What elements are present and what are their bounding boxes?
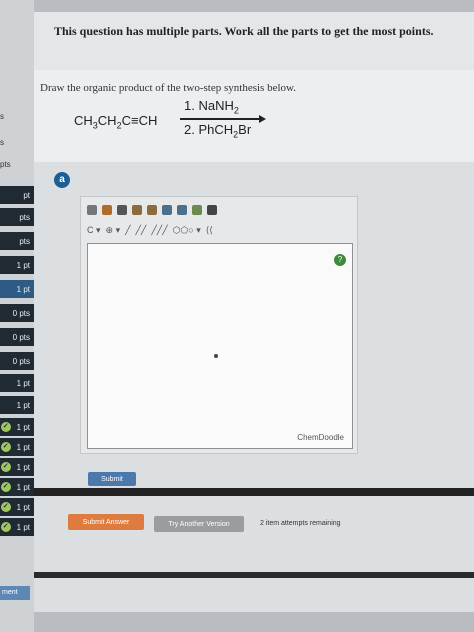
page-title: This question has multiple parts. Work a… <box>54 24 434 38</box>
score-item[interactable]: 1 pt <box>0 396 34 414</box>
score-item[interactable]: pts <box>0 208 34 226</box>
side-label: pts <box>0 160 11 169</box>
editor-toolbar-bottom: C ▾ ⊕ ▾ ╱ ╱╱ ╱╱╱ ⬡⬠○ ▾ ⟨⟨ <box>87 223 213 237</box>
score-item[interactable]: 0 pts <box>0 304 34 322</box>
reactant-formula: CH3CH2C≡CH <box>74 113 158 131</box>
score-item[interactable]: pt <box>0 186 34 204</box>
clear-icon[interactable] <box>87 205 97 215</box>
score-item[interactable]: 0 pts <box>0 328 34 346</box>
side-label: s <box>0 138 4 147</box>
help-icon[interactable]: ? <box>334 254 346 266</box>
eraser-icon[interactable] <box>102 205 112 215</box>
ring-icon[interactable]: ⬡⬠○ ▾ <box>173 225 201 236</box>
score-item[interactable]: 1 pt <box>0 280 34 298</box>
try-another-version-button[interactable]: Try Another Version <box>154 516 244 532</box>
score-item[interactable]: ✓ 1 pt <box>0 438 34 456</box>
redo-icon[interactable] <box>147 205 157 215</box>
divider-bar-bottom <box>34 572 474 578</box>
check-icon: ✓ <box>0 482 11 492</box>
reaction-arrow <box>180 115 266 123</box>
single-bond-icon[interactable]: ╱ <box>125 225 130 236</box>
divider-bar <box>34 488 474 496</box>
zoom-out-icon[interactable] <box>177 205 187 215</box>
submit-answer-button[interactable]: Submit Answer <box>68 514 144 530</box>
drawing-canvas[interactable]: ? ChemDoodle <box>87 243 353 449</box>
attempts-remaining: 2 item attempts remaining <box>260 520 341 527</box>
score-item[interactable]: ✓ 1 pt <box>0 418 34 436</box>
part-badge: a <box>54 172 70 188</box>
score-item[interactable]: 1 pt <box>0 374 34 392</box>
chain-icon[interactable]: ⟨⟨ <box>206 225 213 236</box>
reagent-step2: 2. PhCH2Br <box>184 122 252 140</box>
score-item[interactable]: ✓ 1 pt <box>0 458 34 476</box>
editor-brand: ChemDoodle <box>297 433 344 442</box>
side-label: s <box>0 112 4 121</box>
score-item[interactable]: ✓ 1 pt <box>0 498 34 516</box>
submit-button[interactable]: Submit <box>88 472 136 486</box>
action-row: Submit Answer Try Another Version 2 item… <box>34 504 474 554</box>
chemdoodle-editor: C ▾ ⊕ ▾ ╱ ╱╱ ╱╱╱ ⬡⬠○ ▾ ⟨⟨ ? ChemDoodle <box>80 196 358 454</box>
score-item[interactable]: 0 pts <box>0 352 34 370</box>
canvas-cursor-dot <box>214 354 218 358</box>
score-item[interactable]: ✓ 1 pt <box>0 478 34 496</box>
header-panel: This question has multiple parts. Work a… <box>34 12 474 70</box>
score-item[interactable]: ✓ 1 pt <box>0 518 34 536</box>
check-icon: ✓ <box>0 502 11 512</box>
check-icon: ✓ <box>0 522 11 532</box>
zoom-in-icon[interactable] <box>162 205 172 215</box>
score-item[interactable]: 1 pt <box>0 256 34 274</box>
undo-icon[interactable] <box>132 205 142 215</box>
lasso-icon[interactable] <box>117 205 127 215</box>
score-item[interactable]: pts <box>0 232 34 250</box>
question-prompt: Draw the organic product of the two-step… <box>40 82 296 94</box>
check-icon: ✓ <box>0 462 11 472</box>
question-panel: Draw the organic product of the two-step… <box>34 70 474 162</box>
atom-c-icon[interactable]: C ▾ <box>87 225 101 236</box>
double-bond-icon[interactable]: ╱╱ <box>136 225 147 236</box>
editor-toolbar-top <box>87 203 217 217</box>
charge-icon[interactable]: ⊕ ▾ <box>106 225 121 236</box>
template-icon[interactable] <box>192 205 202 215</box>
check-icon: ✓ <box>0 442 11 452</box>
reagent-step1: 1. NaNH2 <box>184 98 239 116</box>
sidebar-bottom-link[interactable]: ment <box>0 586 30 600</box>
triple-bond-icon[interactable]: ╱╱╱ <box>151 225 167 236</box>
check-icon: ✓ <box>0 422 11 432</box>
text-icon[interactable] <box>207 205 217 215</box>
